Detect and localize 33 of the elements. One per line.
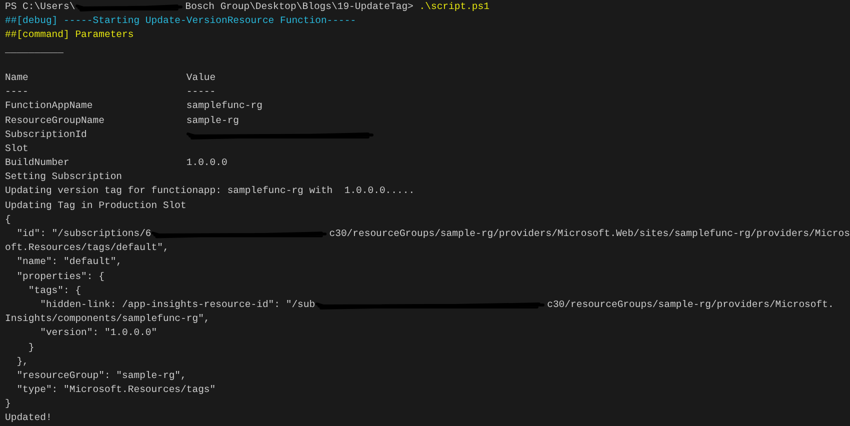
terminal-text: ##[debug] -----Starting Update-VersionResource Function----- (5, 14, 356, 28)
terminal-text: ResourceGroupName sample-rg (5, 114, 240, 128)
terminal-text: } (27, 340, 34, 354)
terminal-text: FunctionAppName samplefunc-rg (5, 99, 262, 114)
terminal-text: __________ (5, 42, 64, 57)
terminal-text: "hidden-link: /app-insights-resource-id": "/sub (39, 298, 316, 312)
terminal-text: Bosch Group\Desktop\Blogs\19-UpdateTag> (185, 0, 414, 14)
terminal-text: }, (16, 354, 28, 369)
terminal-text: oft.Resources/tags/default", (5, 241, 169, 256)
terminal-text: "resourceGroup": "sample-rg", (16, 368, 186, 383)
terminal-text: "version": "1.0.0.0" (39, 326, 158, 340)
terminal-text: "tags": { (27, 284, 82, 298)
terminal-text: Setting Subscription (5, 170, 122, 184)
terminal-text: BuildNumber 1.0.0.0 (5, 156, 228, 170)
terminal-text: Slot (5, 142, 28, 156)
terminal-text: "properties": { (16, 270, 104, 284)
terminal-text: Updated! (5, 411, 52, 426)
terminal-text: SubscriptionId (5, 128, 87, 142)
terminal-text: Insights/components/samplefunc-rg", (5, 312, 210, 326)
terminal-text: c30/resourceGroups/sample-rg/providers/Microsoft.Web/sites/samplefunc-rg/providers/Micros (329, 227, 850, 241)
terminal-text: { (5, 212, 11, 227)
terminal-text: ---- ----- (5, 85, 216, 100)
terminal-text: c30/resourceGroups/sample-rg/providers/Microsoft. (547, 298, 834, 312)
terminal-text: Updating version tag for functionapp: samplefunc-rg with 1.0.0.0..... (5, 184, 415, 198)
terminal-text: "type": "Microsoft.Resources/tags" (16, 383, 216, 398)
terminal-text: ##[command] Parameters (5, 28, 134, 42)
terminal-text: Name Value (5, 70, 216, 85)
terminal-text: PS C:\Users\ (5, 0, 76, 14)
terminal-text: .\script.ps1 (419, 0, 490, 14)
terminal-text: "id": "/subscriptions/6 (16, 227, 152, 241)
terminal-text: "name": "default", (16, 255, 122, 270)
terminal-text: } (5, 397, 11, 412)
terminal-text: Updating Tag in Production Slot (5, 198, 186, 213)
